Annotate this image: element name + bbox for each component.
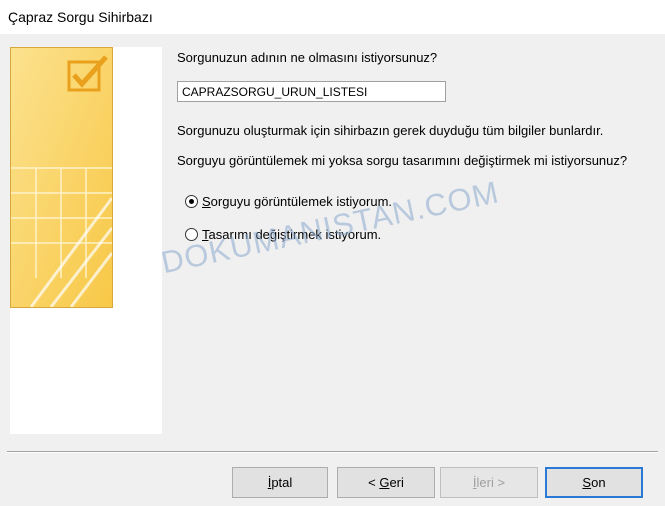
- query-name-input[interactable]: [177, 81, 446, 102]
- radio-view-query-label: Sorguyu görüntülemek istiyorum.: [202, 193, 393, 209]
- finish-button[interactable]: Son: [545, 467, 643, 498]
- radio-view-query[interactable]: Sorguyu görüntülemek istiyorum.: [185, 192, 392, 210]
- title-bar: Çapraz Sorgu Sihirbazı: [0, 0, 665, 34]
- info-text: Sorgunuzu oluşturmak için sihirbazın ger…: [177, 123, 604, 138]
- radio-button-checked[interactable]: [185, 194, 198, 208]
- side-panel: [10, 47, 162, 434]
- footer-separator: [7, 451, 658, 453]
- cancel-button[interactable]: İptal: [232, 467, 328, 498]
- window-title: Çapraz Sorgu Sihirbazı: [8, 9, 153, 25]
- back-button[interactable]: < Geri: [337, 467, 435, 498]
- next-button: İleri >: [440, 467, 538, 498]
- name-question-label: Sorgunuzun adının ne olmasını istiyorsun…: [177, 50, 438, 65]
- radio-modify-design-label: Tasarımı değiştirmek istiyorum.: [202, 226, 382, 242]
- view-question-label: Sorguyu görüntülemek mi yoksa sorgu tasa…: [177, 153, 628, 168]
- radio-modify-design[interactable]: Tasarımı değiştirmek istiyorum.: [185, 225, 381, 243]
- radio-button-unchecked[interactable]: [185, 227, 198, 241]
- wizard-checkbox-art-icon: [10, 47, 114, 308]
